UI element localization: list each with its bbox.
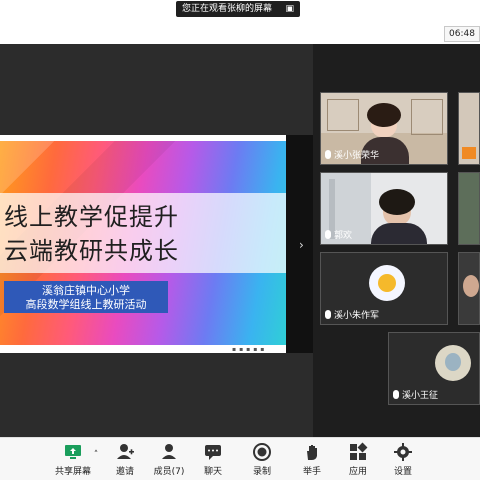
presentation-slide: 线上教学促提升 云端教研共成长 溪翁庄镇中心小学 高段数学组线上教研活动 ▪▪▪… xyxy=(0,135,286,353)
invite-label: 邀请 xyxy=(115,467,134,477)
slide-school: 溪翁庄镇中心小学 xyxy=(42,284,130,297)
record-button[interactable]: 录制 xyxy=(239,442,285,477)
participant-tile-partial[interactable] xyxy=(458,92,480,165)
participant-label: 溪小朱作军 xyxy=(325,310,379,322)
chat-label: 聊天 xyxy=(203,467,222,477)
microphone-icon xyxy=(393,390,399,399)
participant-label: 溪小王征 xyxy=(393,390,438,402)
slide-activity: 高段数学组线上教研活动 xyxy=(25,298,147,311)
microphone-icon xyxy=(325,150,331,159)
sun-avatar xyxy=(369,265,405,301)
slide-toolbar-icons: ▪▪▪▪▪ xyxy=(232,346,268,353)
apps-icon xyxy=(350,442,368,460)
participant-tile-partial[interactable] xyxy=(458,172,480,245)
participant-label: 溪小张荣华 xyxy=(325,150,379,162)
shared-screen-area: 线上教学促提升 云端教研共成长 溪翁庄镇中心小学 高段数学组线上教研活动 ▪▪▪… xyxy=(0,44,313,437)
chat-icon xyxy=(205,445,221,460)
sharing-notice[interactable]: 您正在观看张柳的屏幕 ▣ xyxy=(176,1,300,17)
apps-button[interactable]: 应用 xyxy=(335,442,381,477)
members-button[interactable]: 成员(7) xyxy=(146,442,192,477)
chevron-right-icon[interactable]: › xyxy=(299,238,304,252)
members-icon xyxy=(162,444,176,459)
participant-gallery: 溪小张荣华 郭欢 溪小朱作军 溪小王征 xyxy=(313,44,480,437)
slide-subtitle-box: 溪翁庄镇中心小学 高段数学组线上教研活动 xyxy=(4,281,168,313)
microphone-icon xyxy=(325,230,331,239)
record-icon xyxy=(253,443,271,461)
meeting-timer: 06:48 xyxy=(444,26,480,42)
screen-share-icon: ▣ xyxy=(285,4,294,14)
participant-tile-partial[interactable] xyxy=(458,252,480,325)
slide-title-line2: 云端教研共成长 xyxy=(4,237,179,265)
settings-label: 设置 xyxy=(393,467,412,477)
hand-icon xyxy=(307,445,317,460)
record-label: 录制 xyxy=(252,467,271,477)
chat-button[interactable]: 聊天 xyxy=(190,442,236,477)
apps-label: 应用 xyxy=(348,467,367,477)
share-screen-icon xyxy=(65,445,81,459)
raise-hand-label: 举手 xyxy=(302,467,321,477)
raise-hand-button[interactable]: 举手 xyxy=(289,442,335,477)
sharing-notice-text: 您正在观看张柳的屏幕 xyxy=(182,4,273,14)
chevron-up-icon: ˄ xyxy=(93,450,99,460)
avatar xyxy=(435,345,471,381)
slide-side-panel: › xyxy=(286,135,313,353)
invite-button[interactable]: 邀请 xyxy=(102,442,148,477)
bottom-toolbar: 共享屏幕 ˄ 邀请 成员(7) 聊天 录制 举手 应用 设置 xyxy=(0,437,480,480)
add-user-icon xyxy=(117,444,134,459)
settings-button[interactable]: 设置 xyxy=(380,442,426,477)
participant-tile[interactable]: 郭欢 xyxy=(320,172,448,245)
slide-top-strip xyxy=(0,135,286,141)
participant-label: 郭欢 xyxy=(325,230,352,242)
members-label: 成员(7) xyxy=(153,467,185,477)
participant-tile[interactable]: 溪小王征 xyxy=(388,332,480,405)
participant-tile[interactable]: 溪小张荣华 xyxy=(320,92,448,165)
top-bar: 您正在观看张柳的屏幕 ▣ 06:48 xyxy=(0,0,480,44)
slide-title-line1: 线上教学促提升 xyxy=(4,203,179,231)
participant-tile[interactable]: 溪小朱作军 xyxy=(320,252,448,325)
microphone-icon xyxy=(325,310,331,319)
share-screen-label: 共享屏幕 xyxy=(54,467,91,477)
gear-icon xyxy=(394,443,412,461)
